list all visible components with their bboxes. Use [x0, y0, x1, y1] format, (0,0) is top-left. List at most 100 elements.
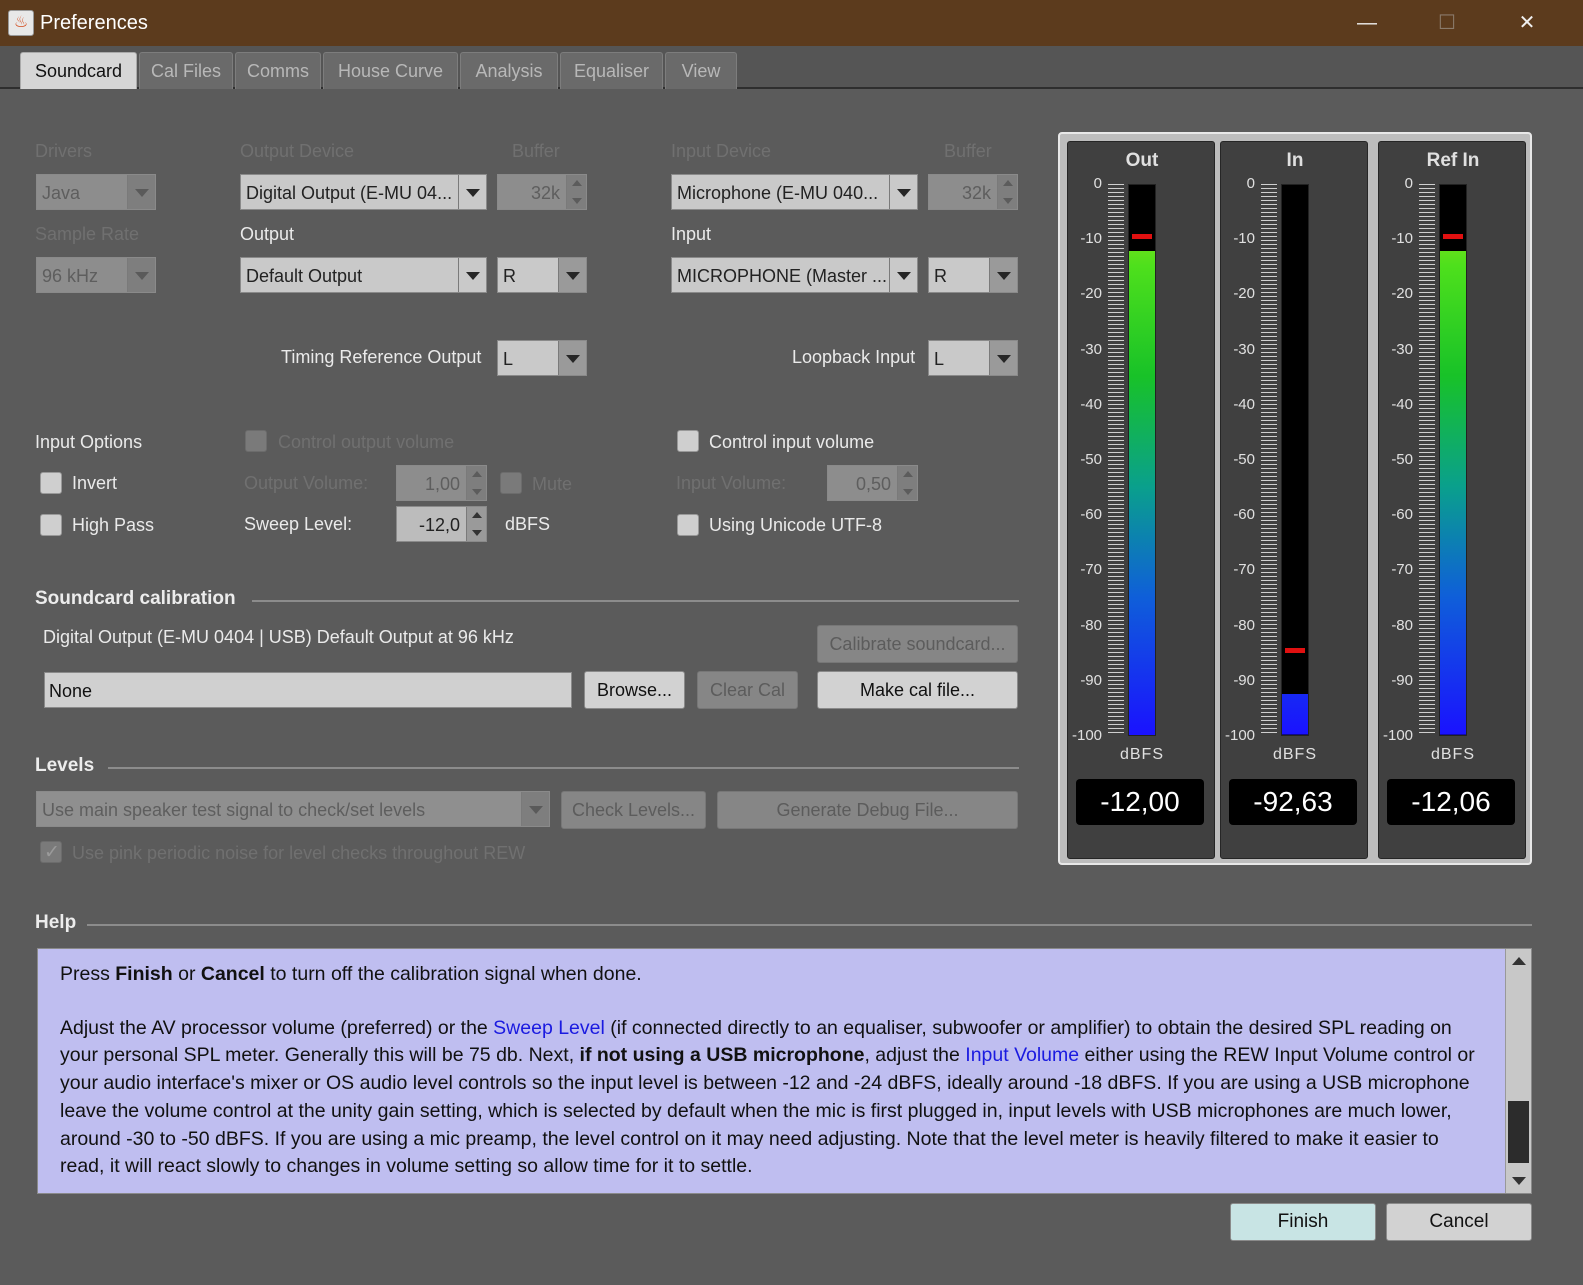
input-value: MICROPHONE (Master ... — [677, 266, 888, 286]
scroll-up-icon[interactable] — [1512, 957, 1526, 965]
pink-noise-checkbox[interactable] — [40, 841, 62, 864]
browse-button[interactable]: Browse... — [584, 671, 685, 709]
drivers-label: Drivers — [35, 141, 92, 161]
meter-peak-marker — [1443, 234, 1463, 240]
spinner-arrows-icon[interactable] — [566, 175, 586, 209]
input-volume-value: 0,50 — [855, 474, 891, 494]
cancel-button[interactable]: Cancel — [1386, 1203, 1532, 1241]
sweep-level-unit: dBFS — [505, 514, 551, 534]
spinner-arrows-icon[interactable] — [466, 507, 486, 541]
help-text-span: Adjust the AV processor volume (preferre… — [60, 1016, 494, 1039]
close-icon[interactable]: ✕ — [1507, 8, 1547, 38]
input-combo[interactable]: MICROPHONE (Master ... — [671, 257, 918, 293]
soundcard-calibration-title: Soundcard calibration — [35, 588, 236, 609]
sample-rate-combo[interactable]: 96 kHz — [36, 257, 156, 293]
section-divider — [87, 924, 1532, 926]
spinner-arrows-icon[interactable] — [997, 175, 1017, 209]
help-title: Help — [35, 912, 77, 933]
spinner-arrows-icon[interactable] — [897, 466, 917, 500]
output-channel-combo[interactable]: R — [497, 257, 587, 293]
meter-unit: dBFS — [1119, 746, 1164, 763]
cal-file-field[interactable]: None — [44, 672, 572, 708]
chevron-down-icon — [458, 175, 486, 209]
meter-tick-label: -50 — [1233, 451, 1255, 468]
chevron-down-icon — [558, 258, 586, 292]
invert-checkbox[interactable] — [40, 472, 62, 494]
unicode-label: Using Unicode UTF-8 — [709, 515, 883, 535]
output-channel-value: R — [503, 266, 516, 286]
input-volume-link[interactable]: Input Volume — [965, 1044, 1079, 1066]
help-bold-cancel: Cancel — [200, 963, 265, 985]
input-device-combo[interactable]: Microphone (E-MU 040... — [671, 174, 918, 210]
meter-bar — [1128, 184, 1156, 736]
chevron-down-icon — [458, 258, 486, 292]
tab-analysis[interactable]: Analysis — [460, 52, 558, 89]
help-text-span: or — [172, 963, 201, 985]
calibrate-soundcard-button[interactable]: Calibrate soundcard... — [817, 625, 1018, 663]
meter-tick-label: -80 — [1391, 616, 1413, 634]
tab-cal-files[interactable]: Cal Files — [139, 52, 233, 89]
meter-tick-label: -40 — [1391, 395, 1413, 413]
minimize-icon[interactable]: — — [1347, 8, 1387, 38]
meter-tick-label: -40 — [1233, 395, 1255, 413]
unicode-checkbox[interactable] — [677, 514, 699, 536]
help-scrollbar[interactable] — [1505, 949, 1531, 1193]
timing-reference-value: L — [503, 349, 514, 369]
help-paragraph-1: Press Finish or Cancel to turn off the c… — [60, 961, 1480, 989]
meter-out: Out 0 -10 -20 -30 -40 -50 -60 -70 -80 -90 -100 dBFS -… — [1067, 141, 1215, 859]
scroll-down-icon[interactable] — [1512, 1177, 1526, 1185]
timing-reference-combo[interactable]: L — [497, 340, 587, 376]
maximize-icon[interactable]: ☐ — [1427, 8, 1467, 38]
loopback-input-combo[interactable]: L — [928, 340, 1018, 376]
output-combo[interactable]: Default Output — [240, 257, 487, 293]
finish-button[interactable]: Finish — [1230, 1203, 1376, 1241]
level-signal-combo[interactable]: Use main speaker test signal to check/se… — [36, 791, 550, 827]
drivers-combo[interactable]: Java — [36, 174, 156, 210]
sweep-level-spinner[interactable]: -12,0 — [396, 506, 487, 542]
meter-fill — [1440, 251, 1466, 735]
output-volume-value: 1,00 — [424, 474, 460, 494]
meter-peak-marker — [1285, 648, 1305, 654]
window-title: Preferences — [40, 12, 148, 34]
output-buffer-spinner[interactable]: 32k — [497, 174, 587, 210]
generate-debug-file-button[interactable]: Generate Debug File... — [717, 791, 1018, 829]
tab-view[interactable]: View — [665, 52, 737, 89]
make-cal-file-button[interactable]: Make cal file... — [817, 671, 1018, 709]
meter-unit: dBFS — [1430, 746, 1475, 763]
meter-bar — [1439, 184, 1467, 736]
meter-scale — [1419, 184, 1435, 736]
input-channel-combo[interactable]: R — [928, 257, 1018, 293]
spinner-arrows-icon[interactable] — [466, 466, 486, 500]
meter-tick-label: -20 — [1233, 285, 1255, 303]
control-input-volume-checkbox[interactable] — [677, 430, 699, 452]
clear-cal-button[interactable]: Clear Cal — [697, 671, 798, 709]
meter-tick-label: -90 — [1080, 671, 1102, 689]
help-bold-finish: Finish — [115, 963, 173, 985]
meter-tick-label: -100 — [1225, 727, 1256, 744]
meter-fill — [1129, 251, 1155, 735]
check-levels-button[interactable]: Check Levels... — [561, 791, 706, 829]
output-device-combo[interactable]: Digital Output (E-MU 04... — [240, 174, 487, 210]
meter-title: Ref In — [1426, 150, 1480, 171]
tab-soundcard[interactable]: Soundcard — [20, 52, 137, 89]
tab-house-curve[interactable]: House Curve — [323, 52, 458, 89]
input-buffer-spinner[interactable]: 32k — [928, 174, 1018, 210]
tab-comms[interactable]: Comms — [235, 52, 321, 89]
input-volume-spinner[interactable]: 0,50 — [827, 465, 918, 501]
chevron-down-icon — [889, 175, 917, 209]
high-pass-label: High Pass — [72, 515, 155, 535]
tab-equaliser[interactable]: Equaliser — [560, 52, 663, 89]
meter-tick-label: -90 — [1391, 671, 1413, 689]
meter-tick-label: -90 — [1233, 671, 1255, 689]
sweep-level-link[interactable]: Sweep Level — [493, 1017, 605, 1039]
meter-peak-marker — [1132, 234, 1152, 240]
section-divider — [108, 767, 1019, 769]
scroll-thumb[interactable] — [1508, 1101, 1529, 1163]
meter-tick-label: -80 — [1080, 616, 1102, 634]
high-pass-checkbox[interactable] — [40, 514, 62, 536]
input-options-label: Input Options — [35, 432, 143, 452]
output-volume-spinner[interactable]: 1,00 — [396, 465, 487, 501]
control-output-volume-checkbox[interactable] — [245, 430, 267, 452]
mute-checkbox[interactable] — [500, 472, 522, 494]
meter-tick-label: -60 — [1080, 506, 1102, 524]
